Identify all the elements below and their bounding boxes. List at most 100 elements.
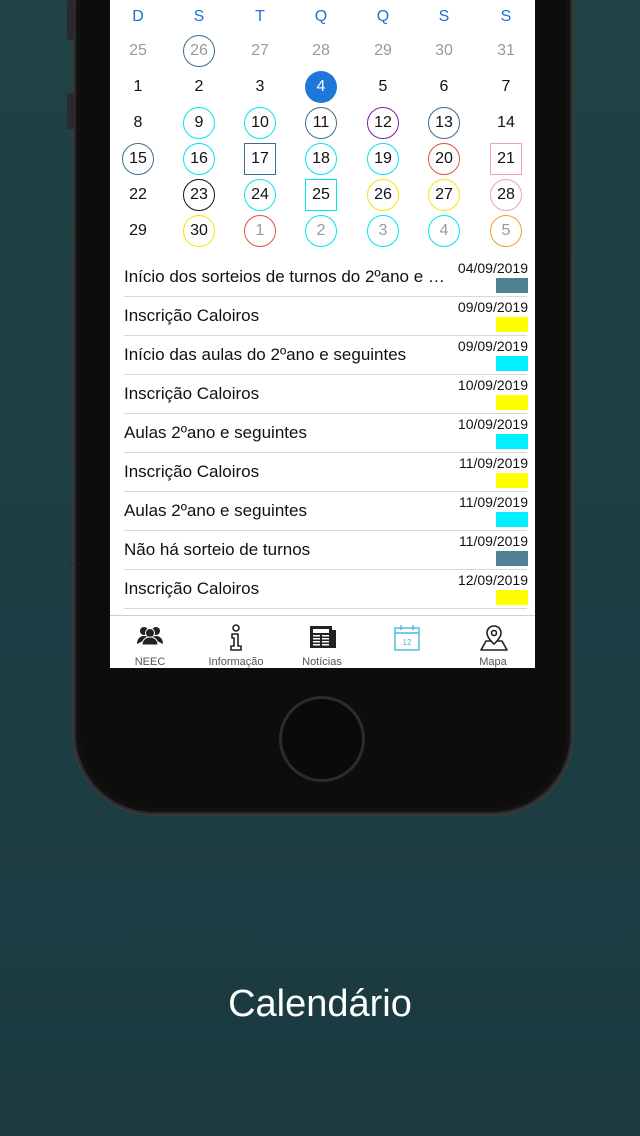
event-title: Aulas 2ºano e seguintes [124, 501, 307, 520]
event-date: 10/09/2019 [457, 377, 528, 393]
event-date: 09/09/2019 [457, 338, 528, 354]
event-date: 04/09/2019 [457, 260, 528, 276]
event-title: Inscrição Caloiros [124, 306, 260, 325]
event-title: Inscrição Caloiros [124, 462, 260, 481]
calendar-day[interactable]: 25 [305, 179, 337, 211]
calendar-day[interactable]: 14 [490, 107, 522, 139]
calendar-day[interactable]: 1 [244, 215, 276, 247]
app-screen: DSTQQSS 25 26 27 28 29 30 31 1 2 3 4 5 6 7 8 9 10 11 12 13 1… [110, 0, 535, 668]
calendar-day[interactable]: 3 [244, 71, 276, 103]
calendar-day[interactable]: 28 [490, 179, 522, 211]
event-color-tag [496, 590, 528, 605]
event-color-tag [496, 512, 528, 527]
calendar-day[interactable]: 27 [244, 35, 276, 67]
tab-label: Notícias [302, 656, 342, 668]
calendar-day[interactable]: 4 [428, 215, 460, 247]
weekday-header: DSTQQSS [110, 8, 535, 28]
weekday-label: Q [314, 8, 328, 25]
event-date: 12/09/2019 [457, 572, 528, 588]
weekday-label: T [255, 8, 265, 25]
weekday-label: S [500, 8, 512, 25]
calendar-day[interactable]: 6 [428, 71, 460, 103]
event-row[interactable]: Inscrição Caloiros 11/09/2019 [124, 453, 528, 492]
calendar-day[interactable]: 19 [367, 143, 399, 175]
event-color-tag [496, 434, 528, 449]
calendar-day[interactable]: 9 [183, 107, 215, 139]
calendar-day[interactable]: 2 [305, 215, 337, 247]
tab-label: Mapa [479, 656, 507, 668]
calendar-day[interactable]: 28 [305, 35, 337, 67]
calendar-day[interactable]: 24 [244, 179, 276, 211]
calendar-day[interactable]: 23 [183, 179, 215, 211]
calendar-day[interactable]: 7 [490, 71, 522, 103]
event-row[interactable]: Aulas 2ºano e seguintes 10/09/2019 [124, 414, 528, 453]
frame-line [70, 562, 74, 564]
event-date: 10/09/2019 [457, 416, 528, 432]
calendar-day[interactable]: 5 [367, 71, 399, 103]
calendar-day[interactable]: 21 [490, 143, 522, 175]
event-row[interactable]: Aulas 2ºano e seguintes 11/09/2019 [124, 492, 528, 531]
tab-label: Informação [208, 656, 264, 668]
tab-newspaper[interactable]: Notícias [282, 616, 362, 668]
weekday-label: D [132, 8, 144, 25]
calendar-day[interactable]: 31 [490, 35, 522, 67]
event-list: Início dos sorteios de turnos do 2ºano e… [124, 258, 528, 609]
event-title: Início das aulas do 2ºano e seguintes [124, 345, 407, 364]
calendar-day[interactable]: 22 [122, 179, 154, 211]
calendar-day[interactable]: 4 [305, 71, 337, 103]
calendar-day[interactable]: 8 [122, 107, 154, 139]
tab-bar: NEEC Informação Notícias 12 Mapa [110, 615, 535, 668]
event-title: Início dos sorteios de turnos do 2ºano e… [124, 267, 450, 286]
calendar-day[interactable]: 20 [428, 143, 460, 175]
calendar-day[interactable]: 11 [305, 107, 337, 139]
event-date: 11/09/2019 [458, 494, 528, 510]
calendar-day[interactable]: 5 [490, 215, 522, 247]
calendar-day[interactable]: 25 [122, 35, 154, 67]
event-date: 11/09/2019 [458, 533, 528, 549]
event-color-tag [496, 317, 528, 332]
calendar-day[interactable]: 26 [183, 35, 215, 67]
weekday-label: S [438, 8, 450, 25]
event-row[interactable]: Inscrição Caloiros 12/09/2019 [124, 570, 528, 609]
event-date: 09/09/2019 [457, 299, 528, 315]
calendar-day[interactable]: 29 [367, 35, 399, 67]
calendar-day[interactable]: 30 [428, 35, 460, 67]
calendar-day[interactable]: 18 [305, 143, 337, 175]
calendar-day[interactable]: 2 [183, 71, 215, 103]
calendar-day[interactable]: 30 [183, 215, 215, 247]
calendar-day[interactable]: 3 [367, 215, 399, 247]
volume-up-button [67, 0, 75, 40]
tab-calendar[interactable]: 12 [367, 616, 447, 668]
calendar-day[interactable]: 12 [367, 107, 399, 139]
event-row[interactable]: Inscrição Caloiros 10/09/2019 [124, 375, 528, 414]
tab-info[interactable]: Informação [196, 616, 276, 668]
weekday-label: S [193, 8, 205, 25]
home-button[interactable] [279, 696, 365, 782]
calendar-day[interactable]: 27 [428, 179, 460, 211]
event-title: Inscrição Caloiros [124, 579, 260, 598]
calendar-day[interactable]: 16 [183, 143, 215, 175]
tab-map-pin[interactable]: Mapa [453, 616, 533, 668]
event-color-tag [496, 473, 528, 488]
calendar-day[interactable]: 29 [122, 215, 154, 247]
calendar-day[interactable]: 17 [244, 143, 276, 175]
event-row[interactable]: Não há sorteio de turnos 11/09/2019 [124, 531, 528, 570]
event-title: Inscrição Caloiros [124, 384, 260, 403]
event-row[interactable]: Início das aulas do 2ºano e seguintes 09/… [124, 336, 528, 375]
calendar-day[interactable]: 15 [122, 143, 154, 175]
calendar-day[interactable]: 1 [122, 71, 154, 103]
calendar-day[interactable]: 26 [367, 179, 399, 211]
event-color-tag [496, 395, 528, 410]
calendar-day[interactable]: 10 [244, 107, 276, 139]
event-title: Aulas 2ºano e seguintes [124, 423, 307, 442]
calendar-day[interactable]: 13 [428, 107, 460, 139]
event-color-tag [496, 278, 528, 293]
volume-down-button [67, 93, 75, 129]
tab-group[interactable]: NEEC [110, 616, 190, 668]
event-color-tag [496, 356, 528, 371]
event-row[interactable]: Inscrição Caloiros 09/09/2019 [124, 297, 528, 336]
event-date: 11/09/2019 [458, 455, 528, 471]
event-row[interactable]: Início dos sorteios de turnos do 2ºano e… [124, 258, 528, 297]
caption-title: Calendário [228, 983, 412, 1025]
weekday-label: Q [376, 8, 390, 25]
